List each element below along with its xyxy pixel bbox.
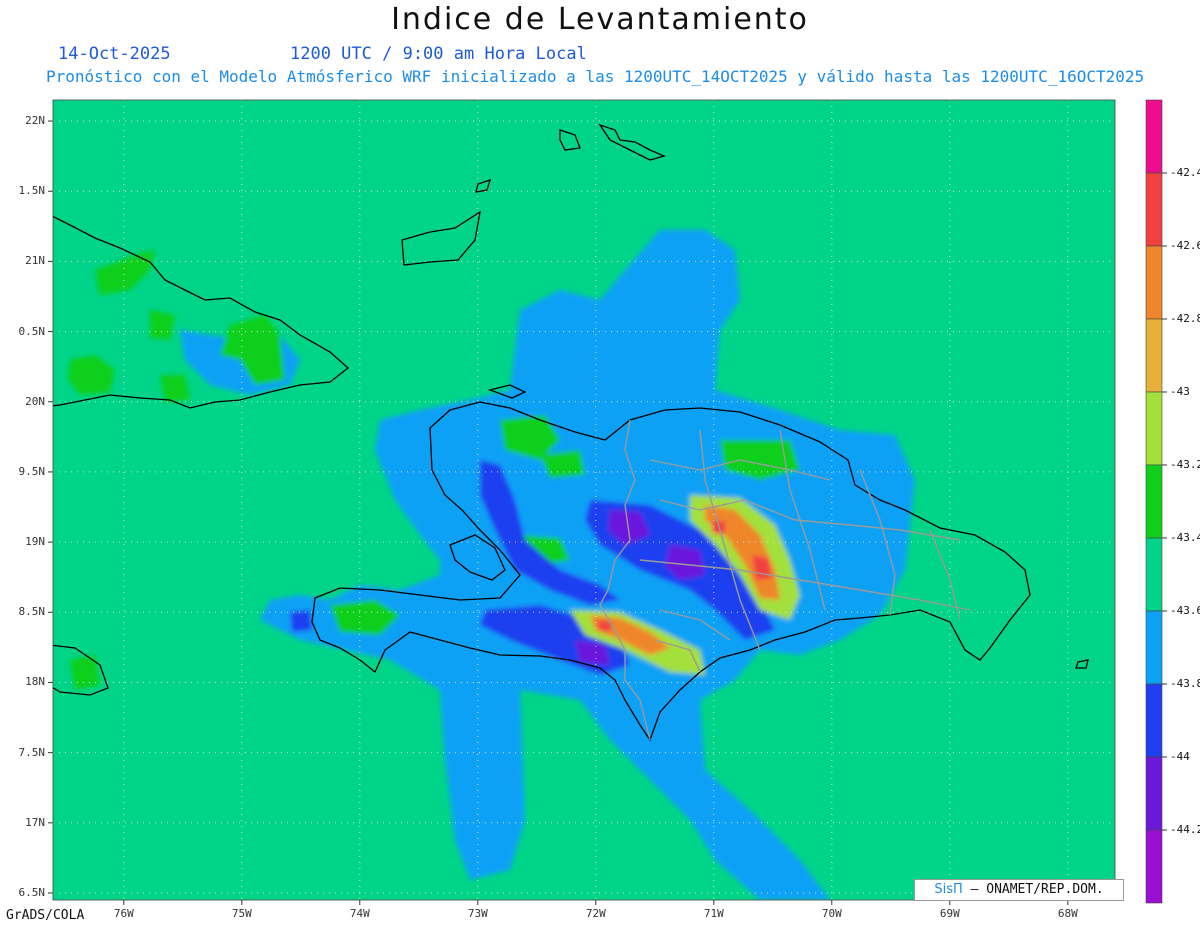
colorbar-label: -43.6 [1170, 604, 1200, 617]
latitude-label: 7.5N [18, 745, 46, 759]
longitude-label: 75W [231, 907, 252, 920]
longitude-label: 74W [349, 907, 370, 920]
longitude-label: 71W [703, 907, 724, 920]
latitude-label: 21N [25, 254, 45, 268]
onamet-credit-text: – ONAMET/REP.DOM. [970, 882, 1104, 897]
colorbar-swatch [1145, 318, 1163, 393]
longitude-label: 73W [467, 907, 488, 920]
sispi-logo-text: SisΠ [934, 882, 963, 897]
latitude-label: 22N [25, 114, 45, 128]
longitude-label: 70W [821, 907, 842, 920]
latitude-label: 19N [25, 535, 45, 549]
colorbar-swatch [1145, 172, 1163, 247]
colorbar-swatch [1145, 99, 1163, 174]
colorbar-swatch [1145, 829, 1163, 904]
latitude-label: 17N [25, 815, 45, 829]
contour-green [70, 655, 100, 690]
latitude-label: 18N [25, 675, 45, 689]
lifted-index-field [53, 100, 1115, 900]
latitude-label: 9.5N [18, 464, 46, 478]
colorbar-label: -43.8 [1170, 677, 1200, 690]
contour-dark-blue [290, 610, 312, 632]
latitude-label: 0.5N [18, 324, 46, 338]
colorbar-label: -42.4 [1170, 166, 1200, 179]
software-credit: GrADS/COLA [6, 908, 85, 923]
colorbar-swatch [1145, 683, 1163, 758]
colorbar-swatch [1145, 537, 1163, 612]
latitude-label: 1.5N [18, 184, 46, 198]
colorbar-swatch [1145, 756, 1163, 831]
colorbar-swatch [1145, 391, 1163, 466]
colorbar [1145, 99, 1167, 904]
map-canvas [48, 99, 1167, 905]
latitude-label: 6.5N [18, 885, 46, 899]
colorbar-label: -43.2 [1170, 458, 1200, 471]
colorbar-swatch [1145, 464, 1163, 539]
colorbar-label: -43 [1170, 385, 1190, 398]
colorbar-swatch [1145, 245, 1163, 320]
latitude-label: 8.5N [18, 605, 46, 619]
longitude-label: 69W [939, 907, 960, 920]
colorbar-label: -42.6 [1170, 239, 1200, 252]
onamet-credit-box: SisΠ – ONAMET/REP.DOM. [914, 879, 1124, 901]
colorbar-label: -42.8 [1170, 312, 1200, 325]
latitude-label: 20N [25, 394, 45, 408]
contour-green [160, 375, 190, 402]
colorbar-label: -44 [1170, 750, 1190, 763]
colorbar-swatch [1145, 610, 1163, 685]
colorbar-label: -43.4 [1170, 531, 1200, 544]
longitude-label: 72W [585, 907, 606, 920]
longitude-label: 76W [113, 907, 134, 920]
longitude-label: 68W [1057, 907, 1078, 920]
colorbar-label: -44.2 [1170, 823, 1200, 836]
